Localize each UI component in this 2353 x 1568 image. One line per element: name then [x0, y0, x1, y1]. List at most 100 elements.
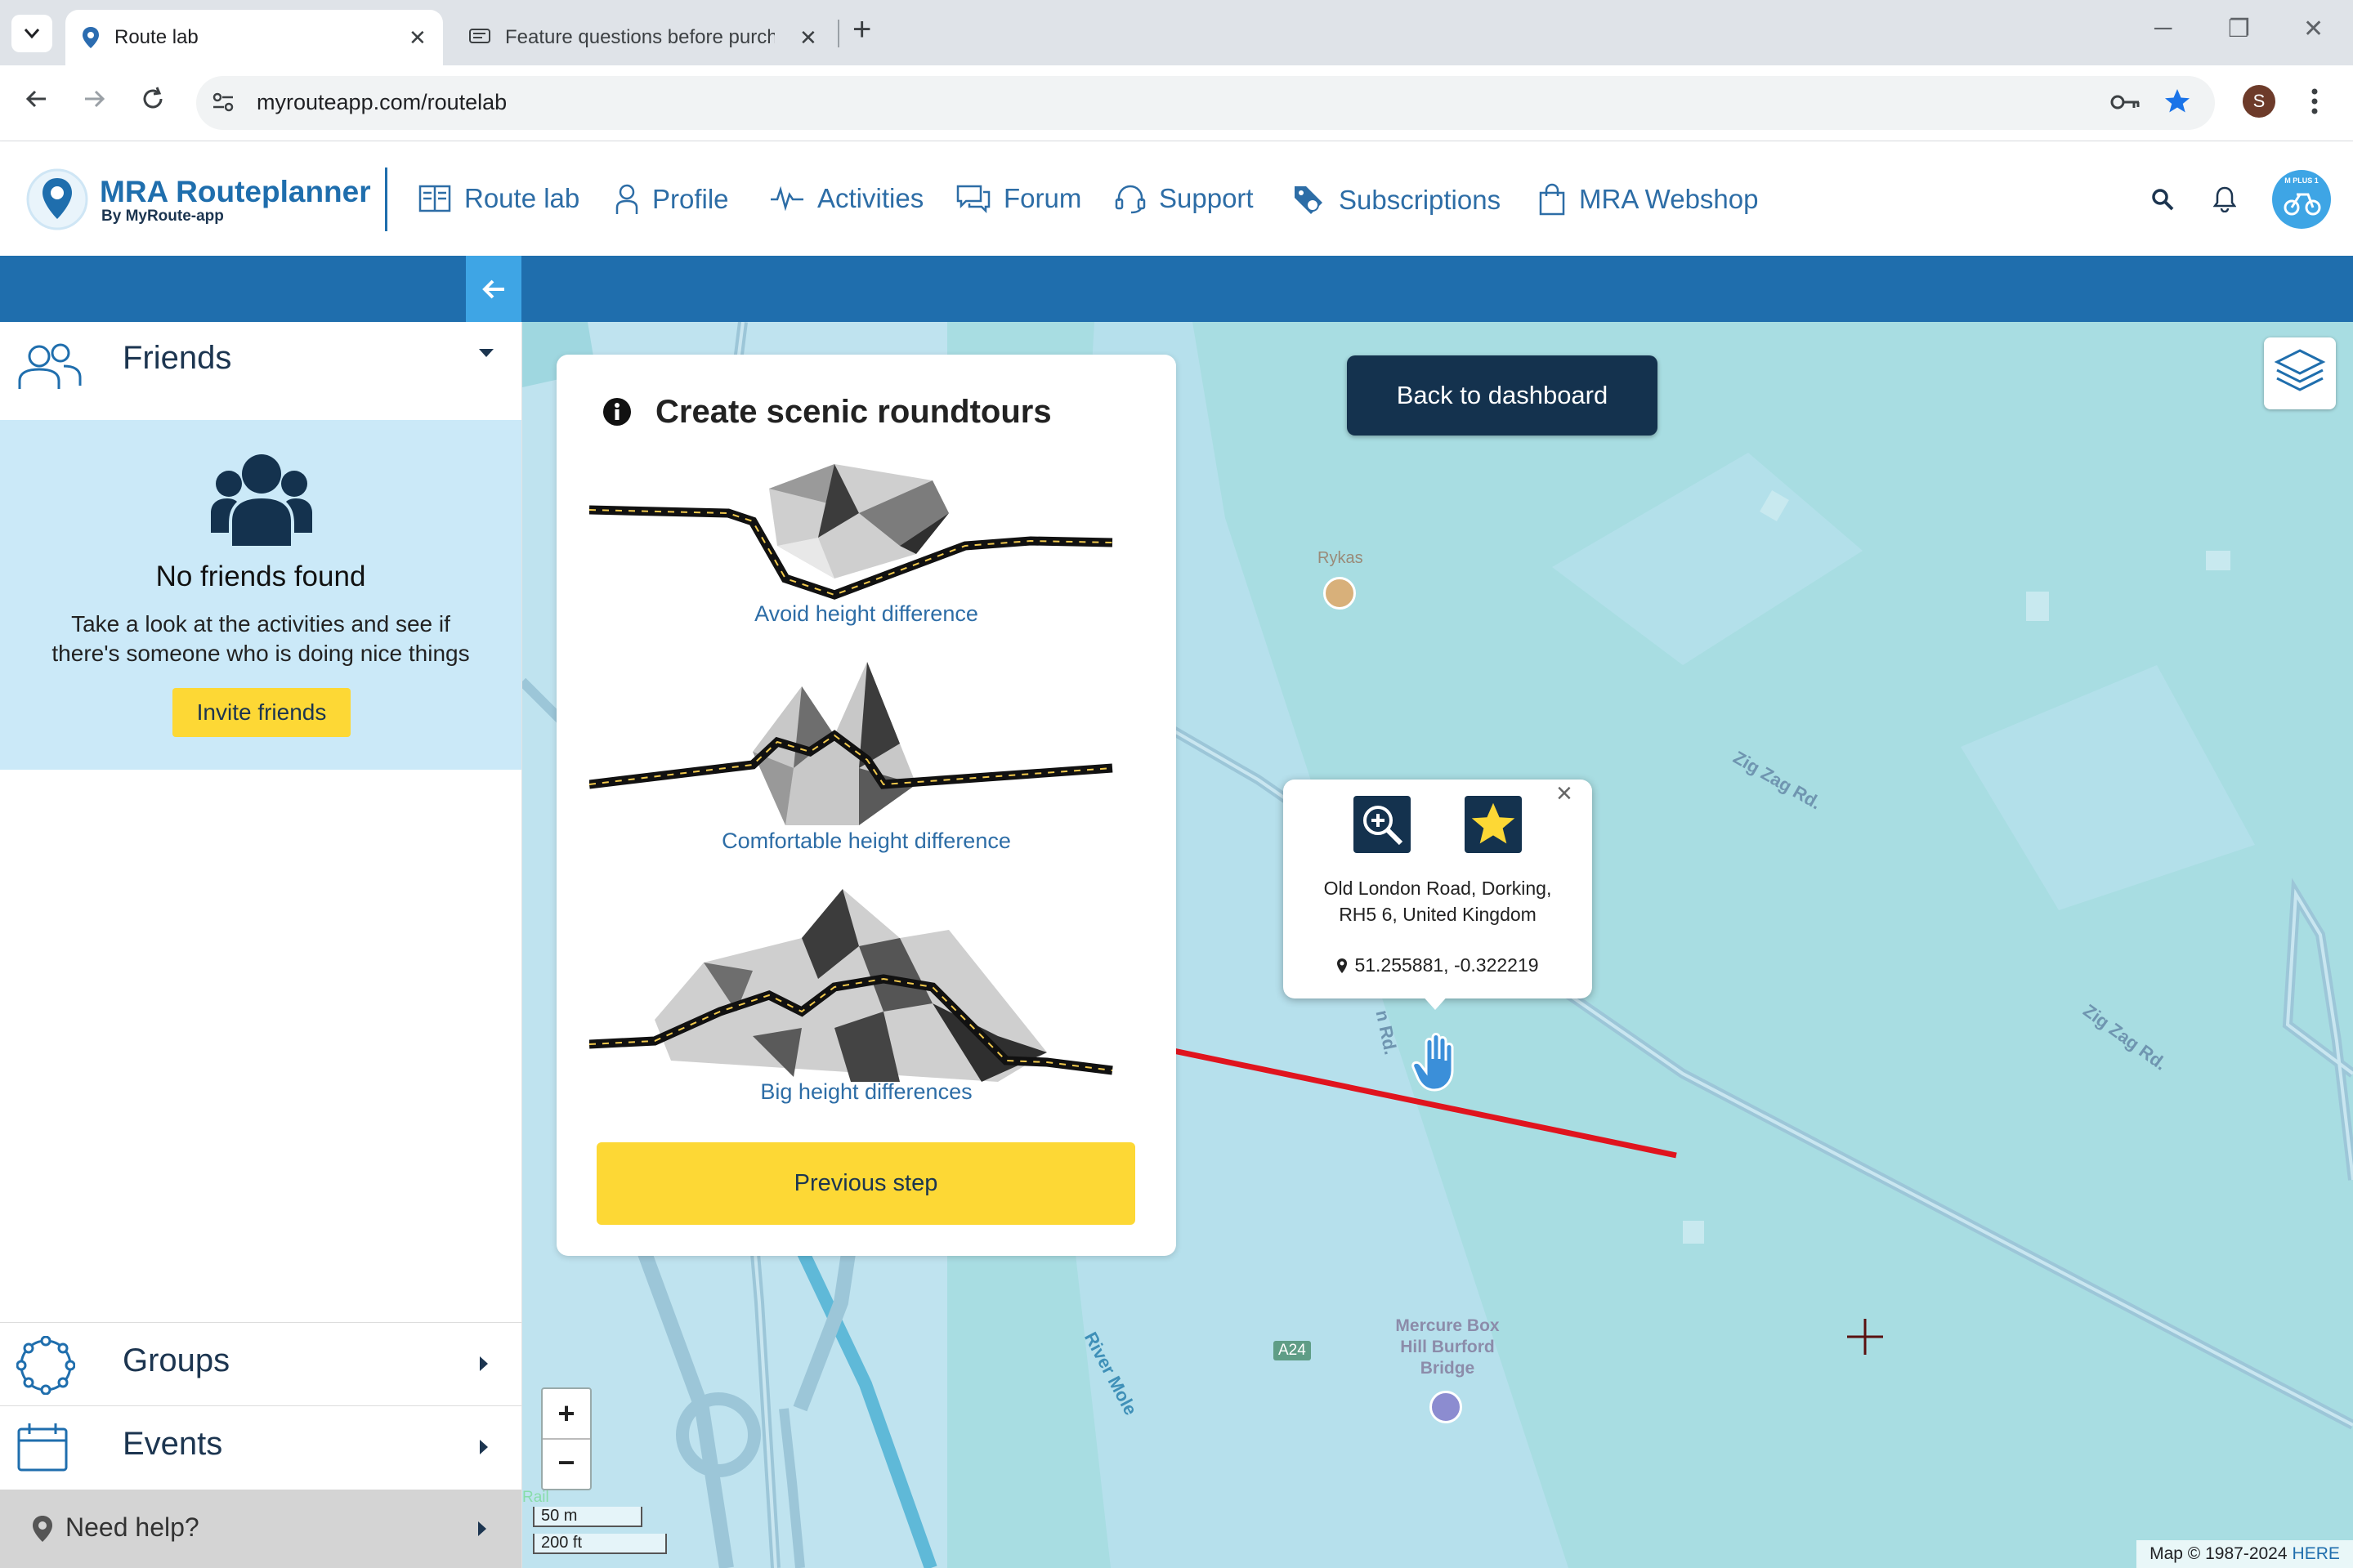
option-big-height[interactable] [588, 889, 1143, 1093]
no-friends-title: No friends found [155, 561, 366, 592]
caret-right-icon [480, 1440, 488, 1454]
groups-section-header[interactable]: Groups [0, 1322, 521, 1406]
tab-route-lab[interactable]: Route lab ✕ [65, 10, 443, 65]
zoom-in-button[interactable]: + [543, 1389, 590, 1440]
chevron-down-icon [24, 29, 40, 39]
popup-close-button[interactable]: × [1556, 778, 1572, 810]
map-label-rykas: Rykas [1317, 549, 1363, 567]
mra-logo-icon [26, 168, 88, 230]
friends-icon [18, 343, 82, 389]
nav-label: Support [1159, 183, 1254, 213]
panel-title: Create scenic roundtours [655, 394, 1052, 430]
restore-button[interactable]: ❐ [2228, 15, 2250, 43]
caret-right-icon [478, 1521, 486, 1536]
magnifier-plus-icon [1363, 806, 1403, 846]
minimize-button[interactable]: ─ [2154, 15, 2172, 42]
option-comfortable-height[interactable] [588, 662, 1143, 850]
popup-coordinates: 51.255881, -0.322219 [1354, 954, 1539, 976]
nav-label: Activities [817, 183, 924, 213]
notification-bell-icon[interactable] [2212, 186, 2237, 217]
tab-divider [838, 20, 839, 47]
no-friends-text-line1: Take a look at the activities and see if [71, 611, 450, 637]
nav-support[interactable]: Support [1115, 183, 1254, 214]
nav-label: Forum [1004, 183, 1082, 213]
attribution-link[interactable]: HERE [2293, 1544, 2340, 1564]
option-label-avoid[interactable]: Avoid height difference [557, 601, 1176, 627]
option-label-big[interactable]: Big height differences [557, 1079, 1176, 1105]
caret-down-icon [479, 349, 494, 357]
scale-feet: 200 ft [533, 1534, 667, 1554]
tab-title: Route lab [114, 26, 199, 48]
no-friends-text-line2: there's someone who is doing nice things [51, 641, 470, 666]
mra-logo[interactable]: MRA Routeplanner By MyRoute-app [25, 167, 371, 232]
flat-road-mountain-illustration [588, 464, 1113, 600]
map-label-rail: Rail [522, 1489, 549, 1506]
tab-title: Feature questions before purch [505, 26, 775, 48]
tab-feature-questions[interactable]: Feature questions before purch ✕ [458, 10, 817, 65]
events-section-header[interactable]: Events [0, 1405, 521, 1490]
site-info-icon[interactable] [211, 90, 235, 118]
profile-avatar[interactable]: S [2243, 85, 2275, 118]
help-pin-icon [33, 1516, 52, 1542]
tag-icon [1295, 186, 1322, 214]
scenic-roundtour-panel: Create scenic roundtours Avoid height di… [557, 355, 1176, 1256]
nav-forum[interactable]: Forum [956, 183, 1081, 214]
forward-arrow-icon[interactable] [80, 85, 108, 120]
events-heading: Events [123, 1426, 223, 1462]
calendar-icon [17, 1423, 68, 1472]
previous-step-button[interactable]: Previous step [597, 1142, 1135, 1225]
nav-route-lab[interactable]: Route lab [418, 183, 579, 214]
location-pin-icon [1337, 958, 1348, 973]
chat-icon [956, 185, 991, 213]
add-favorite-button[interactable] [1465, 796, 1522, 853]
back-to-dashboard-button[interactable]: Back to dashboard [1347, 355, 1657, 436]
need-help-label: Need help? [65, 1512, 199, 1542]
medium-mountain-illustration [588, 662, 1113, 825]
url-text[interactable]: myrouteapp.com/routelab [257, 90, 507, 115]
big-mountain-illustration [588, 889, 1113, 1082]
close-tab-icon[interactable]: ✕ [409, 25, 427, 51]
map-layers-button[interactable] [2264, 337, 2336, 409]
groups-circle-icon [16, 1336, 75, 1395]
collapse-sidebar-button[interactable] [466, 256, 521, 322]
friends-section-header[interactable]: Friends [0, 322, 521, 420]
forum-favicon-icon [469, 29, 490, 43]
caret-right-icon [480, 1356, 488, 1371]
zoom-out-button[interactable]: − [543, 1438, 590, 1487]
close-tab-icon[interactable]: ✕ [799, 25, 817, 51]
new-tab-button[interactable]: + [852, 11, 871, 48]
users-group-icon [211, 454, 312, 546]
rykas-poi-icon[interactable] [1323, 577, 1356, 610]
hotel-poi-icon[interactable] [1429, 1391, 1462, 1423]
browser-menu-icon[interactable] [2310, 85, 2319, 122]
reload-icon[interactable] [139, 85, 167, 120]
zoom-control: + − [541, 1387, 592, 1490]
map-pin-favicon-icon [83, 27, 99, 48]
nav-activities[interactable]: Activities [770, 183, 924, 214]
nav-subscriptions[interactable]: Subscriptions [1291, 183, 1501, 217]
option-label-comfortable[interactable]: Comfortable height difference [557, 829, 1176, 854]
popup-coordinates-row: 51.255881, -0.322219 [1283, 954, 1592, 976]
search-icon[interactable] [2151, 188, 2174, 215]
zoom-to-location-button[interactable] [1353, 796, 1411, 853]
arrow-left-icon [482, 279, 504, 298]
map-label-hotel-1: Mercure Box [1395, 1316, 1500, 1335]
password-key-icon[interactable] [2110, 92, 2141, 117]
bag-icon [1539, 183, 1565, 216]
tab-search-button[interactable] [11, 15, 52, 52]
back-arrow-icon[interactable] [23, 85, 51, 120]
user-avatar[interactable]: M PLUS 1 [2272, 170, 2331, 229]
layers-icon [2274, 349, 2326, 391]
bookmark-star-icon[interactable] [2163, 87, 2192, 120]
nav-label: MRA Webshop [1579, 184, 1759, 214]
toolbar-blue-bar [0, 256, 2353, 322]
nav-mra-webshop[interactable]: MRA Webshop [1538, 183, 1759, 216]
invite-friends-button[interactable]: Invite friends [172, 688, 351, 737]
star-icon [1471, 802, 1515, 844]
need-help-bar[interactable]: Need help? [0, 1490, 521, 1568]
pulse-icon [771, 186, 803, 211]
window-close-button[interactable]: ✕ [2303, 15, 2324, 43]
headset-icon [1115, 185, 1146, 214]
user-icon [615, 184, 638, 214]
nav-profile[interactable]: Profile [615, 183, 729, 216]
